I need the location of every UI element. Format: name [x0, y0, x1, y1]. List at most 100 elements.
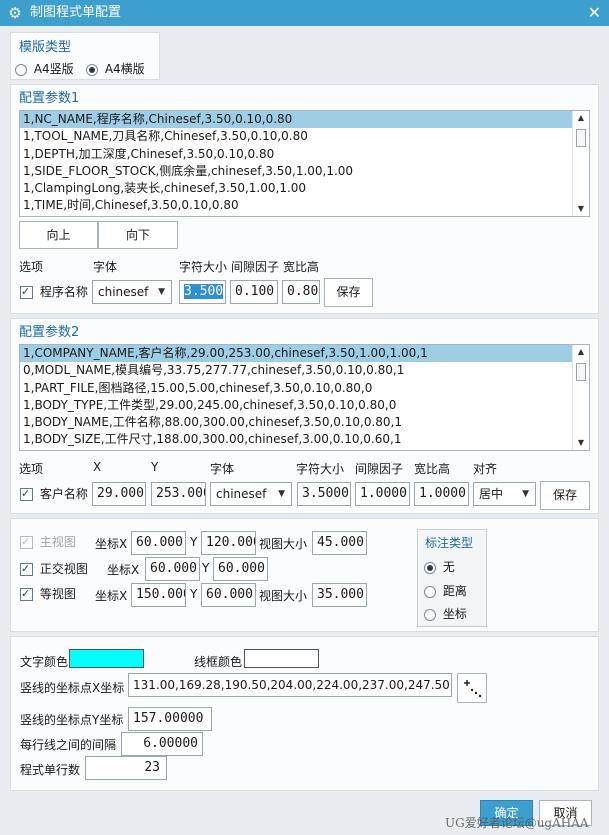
size-header: 字符大小 — [179, 260, 228, 274]
radio-a4-landscape[interactable]: A4横版 — [86, 60, 145, 77]
title-bar: ⚙ 制图程式单配置 ✕ — [0, 0, 609, 26]
config2-list[interactable]: 1,COMPANY_NAME,客户名称,29.00,253.00,chinese… — [19, 344, 590, 451]
config1-scrollbar[interactable]: ▲ ▼ — [572, 111, 589, 216]
list-item[interactable]: 1,ClampingLong,装夹长,chinesef,3.50,1.00,1.… — [20, 180, 589, 197]
annotation-none-circle[interactable] — [424, 561, 436, 574]
vline-x-input[interactable]: 131.00,169.28,190.50,204.00,224.00,237.0… — [128, 673, 452, 697]
chevron-down-icon: ▼ — [278, 489, 285, 499]
gap-input-2[interactable]: 1.0000 — [355, 482, 410, 506]
char-size-input-1[interactable]: 3.500 — [179, 280, 226, 304]
list-item[interactable]: 1,PART_FILE,图档路径,15.00,5.00,chinesef,3.5… — [20, 380, 589, 397]
list-item[interactable]: 1,NC_NAME,程序名称,Chinesef,3.50,0.10,0.80 — [20, 111, 589, 129]
frame-color-label: 线框颜色 — [194, 655, 243, 669]
template-type-group: 模版类型 A4竖版 A4横版 — [10, 32, 160, 80]
annotation-type-title: 标注类型 — [425, 536, 474, 550]
list-item[interactable]: 1,DEPTH,加工深度,Chinesef,3.50,0.10,0.80 — [20, 146, 589, 163]
iso-y-label: Y — [190, 587, 198, 601]
ratio-input-1[interactable]: 0.80 — [282, 280, 320, 304]
option-header: 选项 — [19, 260, 44, 274]
move-down-button[interactable]: 向下 — [98, 221, 178, 249]
watermark: UG爱好者论坛@ugAHAA — [445, 816, 589, 830]
config2-scrollbar[interactable]: ▲ ▼ — [572, 345, 589, 450]
scroll-down-icon[interactable]: ▼ — [573, 202, 589, 216]
list-item[interactable]: 1,TIME,时间,Chinesef,3.50,0.10,0.80 — [20, 197, 589, 214]
ortho-view-label: 正交视图 — [39, 562, 88, 576]
annotation-none-radio[interactable]: 无 — [424, 558, 455, 575]
y-input-2[interactable]: 253.000 — [151, 482, 206, 506]
list-item[interactable]: 1,BODY_TYPE,工件类型,29.00,245.00,chinesef,3… — [20, 397, 589, 414]
customer-name-checkbox[interactable]: 客户名称 — [20, 485, 88, 502]
list-item[interactable]: 1,BODY_SIZE,工件尺寸,188.00,300.00,chinesef,… — [20, 431, 589, 448]
row-gap-input[interactable]: 6.00000 — [121, 732, 203, 756]
main-y-input[interactable]: 120.000 — [201, 531, 256, 555]
rows-count-input[interactable]: 23 — [85, 756, 167, 780]
char-size-value-1: 3.500 — [184, 284, 224, 299]
annotation-distance-radio[interactable]: 距离 — [424, 582, 467, 599]
gap-input-1[interactable]: 0.100 — [230, 280, 278, 304]
customer-name-check[interactable] — [20, 487, 33, 501]
views-panel: 主视图 坐标X 60.000 Y 120.000 视图大小 45.000 正交视… — [10, 518, 599, 632]
scroll-thumb[interactable] — [576, 129, 586, 147]
main-size-input[interactable]: 45.000 — [312, 531, 367, 555]
option-header-2: 选项 — [19, 462, 44, 476]
list-item[interactable]: 1,SIDE_FLOOR_STOCK,侧底余量,chinesef,3.50,1.… — [20, 163, 589, 180]
gear-icon: ⚙ — [8, 4, 22, 22]
iso-size-input[interactable]: 35.000 — [312, 583, 367, 607]
annotation-distance-circle[interactable] — [424, 585, 436, 598]
point-picker-icon — [464, 680, 482, 698]
annotation-none-label: 无 — [442, 560, 455, 574]
scroll-up-icon[interactable]: ▲ — [573, 111, 589, 125]
list-item[interactable]: 0,MODL_NAME,模具编号,33.75,277.77,chinesef,3… — [20, 362, 589, 379]
scroll-down-icon[interactable]: ▼ — [573, 436, 589, 450]
move-up-button[interactable]: 向上 — [19, 221, 98, 249]
font-select-2[interactable]: chinesef ▼ — [210, 482, 292, 506]
align-select-value: 居中 — [479, 487, 504, 501]
list-item[interactable]: 1,TOOL_NAME,刀具名称,Chinesef,3.50,0.10,0.80 — [20, 128, 589, 145]
text-color-swatch[interactable] — [69, 649, 144, 668]
ortho-y-input[interactable]: 60.000 — [213, 557, 268, 581]
radio-a4-portrait[interactable]: A4竖版 — [15, 60, 74, 77]
radio-a4-portrait-circle[interactable] — [15, 63, 27, 76]
save-button-1[interactable]: 保存 — [324, 278, 373, 307]
annotation-coord-circle[interactable] — [424, 608, 436, 621]
iso-view-checkbox[interactable]: 等视图 — [20, 585, 76, 602]
ortho-view-check[interactable] — [20, 562, 33, 576]
iso-y-input[interactable]: 60.000 — [201, 583, 256, 607]
iso-view-label: 等视图 — [39, 587, 76, 601]
list-item[interactable]: 1,COMPANY_NAME,客户名称,29.00,253.00,chinese… — [20, 345, 589, 363]
template-type-title: 模版类型 — [19, 40, 72, 55]
vline-x-label: 竖线的坐标点X坐标 — [20, 681, 125, 695]
gap-header: 间隙因子 — [231, 260, 280, 274]
list-item[interactable]: 1,BODY_NAME,工件名称,88.00,300.00,chinesef,3… — [20, 414, 589, 431]
radio-a4-landscape-circle[interactable] — [86, 63, 98, 76]
scroll-up-icon[interactable]: ▲ — [573, 345, 589, 359]
char-size-input-2[interactable]: 3.5000 — [297, 482, 351, 506]
y-header: Y — [151, 460, 159, 474]
point-picker-button[interactable] — [457, 673, 487, 703]
program-name-checkbox[interactable]: 程序名称 — [20, 283, 88, 300]
ortho-view-checkbox[interactable]: 正交视图 — [20, 560, 88, 577]
frame-color-swatch[interactable] — [244, 649, 319, 668]
config1-list[interactable]: 1,NC_NAME,程序名称,Chinesef,3.50,0.10,0.80 1,… — [19, 110, 590, 217]
font-select-1[interactable]: chinesef ▼ — [92, 280, 172, 304]
ratio-header: 宽比高 — [283, 260, 320, 274]
ratio-input-2[interactable]: 1.0000 — [414, 482, 469, 506]
save-button-2[interactable]: 保存 — [540, 481, 590, 510]
vline-y-input[interactable]: 157.00000 — [128, 707, 212, 731]
close-icon[interactable]: ✕ — [588, 3, 601, 23]
align-select[interactable]: 居中 ▼ — [473, 482, 536, 506]
x-input-2[interactable]: 29.000 — [92, 482, 146, 506]
ortho-x-input[interactable]: 60.000 — [145, 557, 200, 581]
iso-x-input[interactable]: 150.000 — [131, 583, 186, 607]
annotation-coord-radio[interactable]: 坐标 — [424, 605, 467, 622]
size-header-2: 字符大小 — [296, 462, 345, 476]
main-y-label: Y — [190, 535, 198, 549]
main-view-check — [20, 535, 33, 549]
window-title: 制图程式单配置 — [30, 5, 122, 20]
program-name-check[interactable] — [20, 285, 33, 299]
rows-count-label: 程式单行数 — [20, 763, 81, 777]
iso-view-check[interactable] — [20, 587, 33, 601]
scroll-thumb[interactable] — [576, 363, 586, 381]
main-x-input[interactable]: 60.000 — [131, 531, 186, 555]
text-color-label: 文字颜色 — [20, 655, 69, 669]
